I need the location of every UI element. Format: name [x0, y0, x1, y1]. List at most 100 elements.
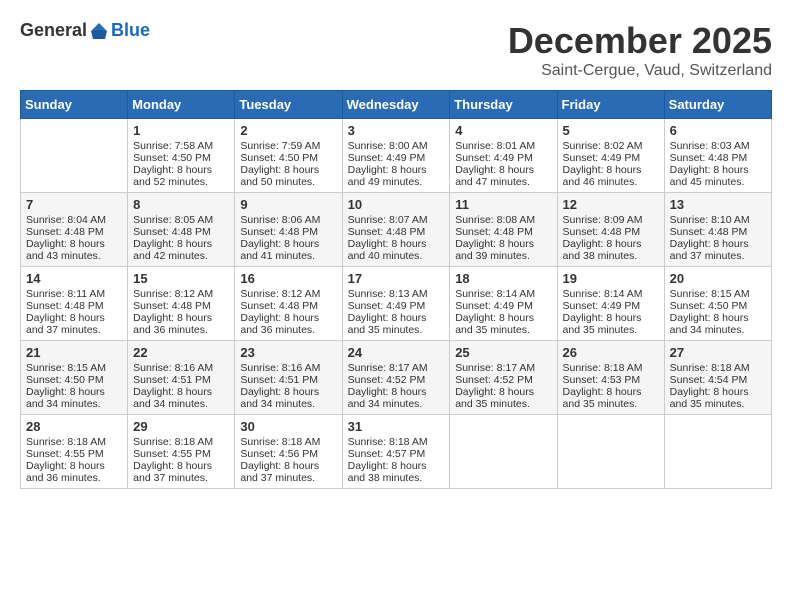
cell-text: Daylight: 8 hours: [240, 312, 336, 324]
cell-text: and 34 minutes.: [133, 398, 229, 410]
cell-text: and 46 minutes.: [563, 176, 659, 188]
cell-text: Sunrise: 8:14 AM: [563, 288, 659, 300]
calendar-cell: [664, 415, 771, 489]
day-header-saturday: Saturday: [664, 91, 771, 119]
cell-text: Sunset: 4:52 PM: [455, 374, 551, 386]
cell-text: and 36 minutes.: [26, 472, 122, 484]
calendar-cell: 2Sunrise: 7:59 AMSunset: 4:50 PMDaylight…: [235, 119, 342, 193]
calendar-cell: 10Sunrise: 8:07 AMSunset: 4:48 PMDayligh…: [342, 193, 450, 267]
cell-text: and 37 minutes.: [670, 250, 766, 262]
day-number: 30: [240, 419, 336, 434]
cell-text: Daylight: 8 hours: [455, 312, 551, 324]
cell-text: Sunset: 4:56 PM: [240, 448, 336, 460]
day-number: 23: [240, 345, 336, 360]
cell-text: and 50 minutes.: [240, 176, 336, 188]
cell-text: Sunset: 4:49 PM: [563, 300, 659, 312]
cell-text: Sunset: 4:53 PM: [563, 374, 659, 386]
cell-text: Sunrise: 8:10 AM: [670, 214, 766, 226]
cell-text: and 41 minutes.: [240, 250, 336, 262]
cell-text: Sunset: 4:49 PM: [455, 152, 551, 164]
cell-text: Daylight: 8 hours: [348, 460, 445, 472]
day-number: 31: [348, 419, 445, 434]
calendar-cell: 29Sunrise: 8:18 AMSunset: 4:55 PMDayligh…: [128, 415, 235, 489]
cell-text: Sunrise: 8:18 AM: [240, 436, 336, 448]
cell-text: Sunrise: 8:18 AM: [348, 436, 445, 448]
cell-text: and 52 minutes.: [133, 176, 229, 188]
cell-text: Sunset: 4:48 PM: [133, 226, 229, 238]
cell-text: Daylight: 8 hours: [133, 238, 229, 250]
cell-text: Daylight: 8 hours: [670, 164, 766, 176]
calendar-cell: 7Sunrise: 8:04 AMSunset: 4:48 PMDaylight…: [21, 193, 128, 267]
cell-text: Daylight: 8 hours: [133, 386, 229, 398]
cell-text: Sunrise: 8:18 AM: [133, 436, 229, 448]
cell-text: and 40 minutes.: [348, 250, 445, 262]
cell-text: Daylight: 8 hours: [348, 238, 445, 250]
cell-text: and 35 minutes.: [563, 398, 659, 410]
cell-text: and 38 minutes.: [348, 472, 445, 484]
day-number: 26: [563, 345, 659, 360]
calendar-cell: 27Sunrise: 8:18 AMSunset: 4:54 PMDayligh…: [664, 341, 771, 415]
calendar-cell: 23Sunrise: 8:16 AMSunset: 4:51 PMDayligh…: [235, 341, 342, 415]
cell-text: Daylight: 8 hours: [348, 386, 445, 398]
day-number: 1: [133, 123, 229, 138]
cell-text: Sunset: 4:57 PM: [348, 448, 445, 460]
cell-text: Sunrise: 8:15 AM: [670, 288, 766, 300]
cell-text: and 37 minutes.: [133, 472, 229, 484]
cell-text: Sunrise: 8:04 AM: [26, 214, 122, 226]
cell-text: Daylight: 8 hours: [133, 312, 229, 324]
day-number: 27: [670, 345, 766, 360]
cell-text: Sunset: 4:48 PM: [240, 226, 336, 238]
cell-text: and 34 minutes.: [670, 324, 766, 336]
cell-text: Sunrise: 8:15 AM: [26, 362, 122, 374]
cell-text: and 49 minutes.: [348, 176, 445, 188]
cell-text: Sunset: 4:55 PM: [26, 448, 122, 460]
calendar-cell: 12Sunrise: 8:09 AMSunset: 4:48 PMDayligh…: [557, 193, 664, 267]
day-number: 4: [455, 123, 551, 138]
calendar-cell: 17Sunrise: 8:13 AMSunset: 4:49 PMDayligh…: [342, 267, 450, 341]
day-number: 12: [563, 197, 659, 212]
cell-text: Daylight: 8 hours: [563, 164, 659, 176]
day-number: 3: [348, 123, 445, 138]
cell-text: Sunrise: 8:18 AM: [670, 362, 766, 374]
cell-text: and 35 minutes.: [563, 324, 659, 336]
cell-text: and 43 minutes.: [26, 250, 122, 262]
calendar-week-row: 7Sunrise: 8:04 AMSunset: 4:48 PMDaylight…: [21, 193, 772, 267]
cell-text: Sunset: 4:48 PM: [670, 152, 766, 164]
day-number: 18: [455, 271, 551, 286]
cell-text: Sunset: 4:50 PM: [670, 300, 766, 312]
cell-text: Daylight: 8 hours: [240, 460, 336, 472]
calendar-cell: 26Sunrise: 8:18 AMSunset: 4:53 PMDayligh…: [557, 341, 664, 415]
cell-text: Daylight: 8 hours: [348, 312, 445, 324]
cell-text: Sunrise: 8:17 AM: [455, 362, 551, 374]
day-header-thursday: Thursday: [450, 91, 557, 119]
cell-text: and 34 minutes.: [26, 398, 122, 410]
cell-text: Sunset: 4:51 PM: [133, 374, 229, 386]
cell-text: Daylight: 8 hours: [133, 164, 229, 176]
cell-text: Sunrise: 8:00 AM: [348, 140, 445, 152]
day-number: 11: [455, 197, 551, 212]
cell-text: Sunset: 4:50 PM: [133, 152, 229, 164]
day-header-sunday: Sunday: [21, 91, 128, 119]
cell-text: Sunset: 4:50 PM: [26, 374, 122, 386]
cell-text: Sunset: 4:48 PM: [348, 226, 445, 238]
calendar-cell: 1Sunrise: 7:58 AMSunset: 4:50 PMDaylight…: [128, 119, 235, 193]
calendar-header-row: SundayMondayTuesdayWednesdayThursdayFrid…: [21, 91, 772, 119]
cell-text: Daylight: 8 hours: [563, 386, 659, 398]
cell-text: Sunrise: 8:16 AM: [240, 362, 336, 374]
cell-text: and 45 minutes.: [670, 176, 766, 188]
cell-text: Sunrise: 8:17 AM: [348, 362, 445, 374]
cell-text: Daylight: 8 hours: [455, 164, 551, 176]
calendar-table: SundayMondayTuesdayWednesdayThursdayFrid…: [20, 90, 772, 489]
cell-text: Daylight: 8 hours: [348, 164, 445, 176]
logo-blue: Blue: [111, 20, 150, 41]
cell-text: Sunset: 4:48 PM: [563, 226, 659, 238]
day-number: 14: [26, 271, 122, 286]
cell-text: Sunset: 4:49 PM: [348, 300, 445, 312]
calendar-cell: 24Sunrise: 8:17 AMSunset: 4:52 PMDayligh…: [342, 341, 450, 415]
day-number: 19: [563, 271, 659, 286]
cell-text: Sunset: 4:51 PM: [240, 374, 336, 386]
day-number: 24: [348, 345, 445, 360]
calendar-week-row: 14Sunrise: 8:11 AMSunset: 4:48 PMDayligh…: [21, 267, 772, 341]
cell-text: Sunrise: 8:01 AM: [455, 140, 551, 152]
day-number: 6: [670, 123, 766, 138]
